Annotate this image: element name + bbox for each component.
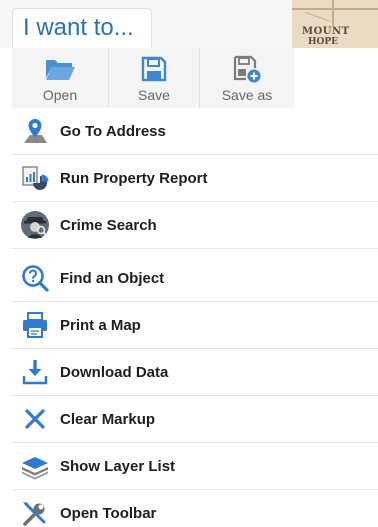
open-label: Open: [42, 87, 78, 103]
menu-item-run-property-report[interactable]: Run Property Report: [12, 155, 378, 202]
map-pin-icon: [18, 114, 52, 148]
save-as-icon: [230, 55, 264, 83]
open-button[interactable]: Open: [12, 48, 108, 108]
printer-icon: [18, 308, 52, 342]
menu-item-label: Find an Object: [60, 269, 165, 287]
menu-item-label: Print a Map: [60, 316, 141, 334]
menu-item-download-data[interactable]: Download Data: [12, 349, 378, 396]
menu-item-label: Show Layer List: [60, 457, 176, 475]
menu-item-go-to-address[interactable]: Go To Address: [12, 108, 378, 155]
search-question-icon: [18, 261, 52, 295]
menu-item-label: Run Property Report: [60, 169, 208, 187]
menu-item-label: Go To Address: [60, 122, 166, 140]
folder-open-icon: [43, 55, 77, 83]
menu-item-open-toolbar[interactable]: Open Toolbar: [12, 490, 378, 527]
menu-item-clear-markup[interactable]: Clear Markup: [12, 396, 378, 443]
tools-icon: [18, 497, 52, 527]
menu-item-label: Download Data: [60, 363, 169, 381]
property-report-icon: [18, 161, 52, 195]
detective-icon: [18, 208, 52, 242]
map-place-label: MOUNT: [302, 26, 350, 37]
menu-item-label: Clear Markup: [60, 410, 156, 428]
menu-item-show-layer-list[interactable]: Show Layer List: [12, 443, 378, 490]
file-toolbar: Open Save Save as: [12, 48, 294, 108]
i-want-to-tab[interactable]: I want to...: [12, 8, 152, 48]
save-button[interactable]: Save: [108, 48, 199, 108]
map-preview: MOUNT HOPE: [292, 0, 378, 48]
panel-title: I want to...: [23, 14, 134, 41]
save-label: Save: [138, 87, 170, 103]
save-as-label: Save as: [221, 87, 273, 103]
menu-item-label: Crime Search: [60, 216, 157, 234]
layers-icon: [18, 449, 52, 483]
menu-item-crime-search[interactable]: Crime Search: [12, 202, 378, 249]
menu-item-print-a-map[interactable]: Print a Map: [12, 302, 378, 349]
floppy-disk-icon: [137, 55, 171, 83]
action-menu: Go To Address Run Property Report Crime …: [12, 108, 378, 527]
save-as-button[interactable]: Save as: [199, 48, 294, 108]
menu-item-label: Open Toolbar: [60, 505, 157, 522]
close-x-icon: [18, 402, 52, 436]
map-place-label-2: HOPE: [308, 37, 338, 47]
menu-item-find-an-object[interactable]: Find an Object: [12, 255, 378, 302]
download-icon: [18, 355, 52, 389]
